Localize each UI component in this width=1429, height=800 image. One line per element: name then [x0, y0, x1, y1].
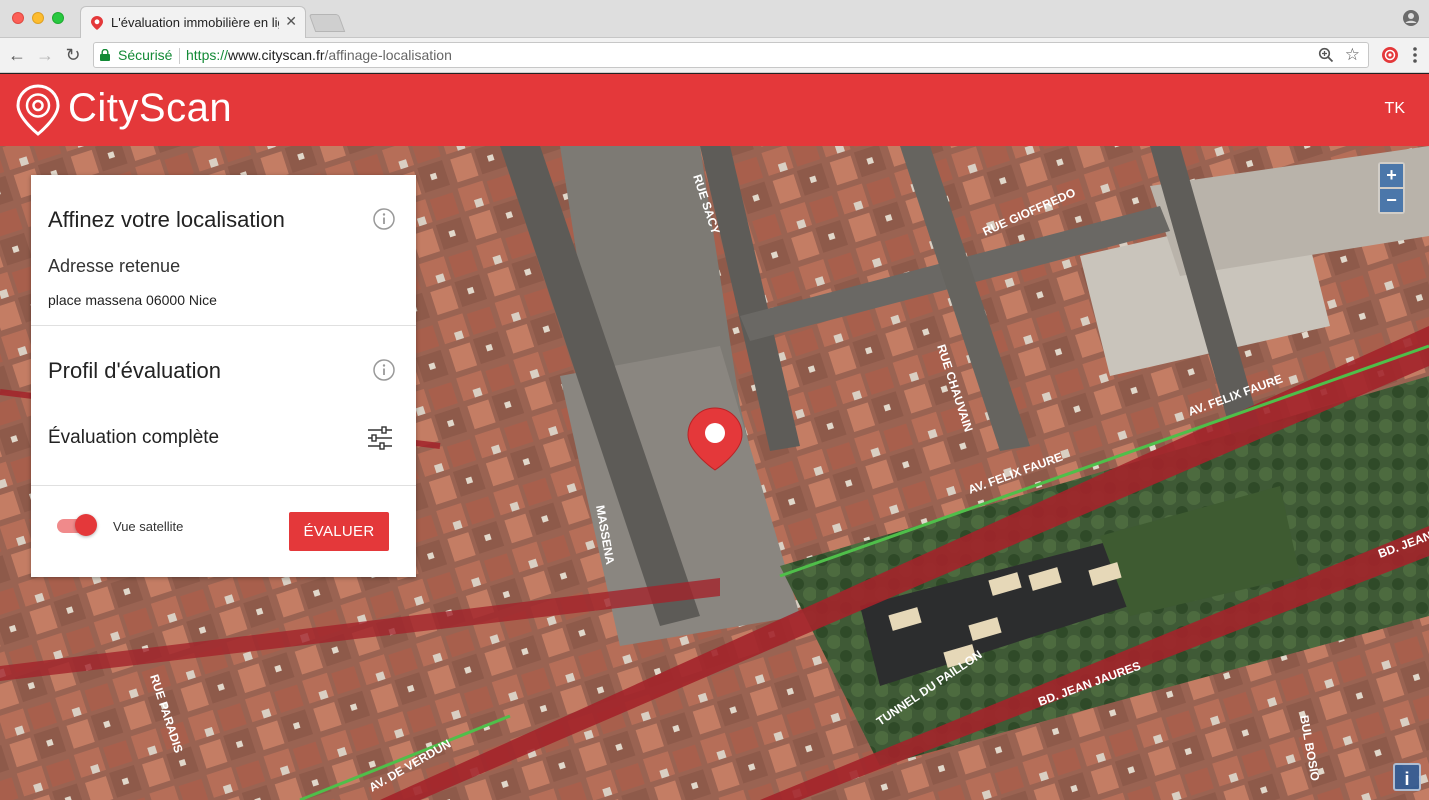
app-header: CityScan TK — [0, 74, 1429, 146]
extension-icon[interactable] — [1381, 46, 1399, 64]
menu-dots-icon[interactable] — [1413, 45, 1417, 65]
info-icon[interactable] — [373, 359, 395, 381]
map-info-button[interactable]: i — [1393, 763, 1421, 791]
map-zoom-controls: + − — [1378, 162, 1405, 214]
secure-label: Sécurisé — [118, 47, 173, 63]
toggle-knob — [75, 514, 97, 536]
evaluate-button[interactable]: ÉVALUER — [289, 512, 389, 551]
back-arrow-icon[interactable]: ← — [6, 44, 28, 66]
zoom-out-button[interactable]: − — [1380, 189, 1403, 212]
reload-icon[interactable]: ↻ — [62, 44, 84, 66]
browser-toolbar: ← → ↻ Sécurisé https://www.cityscan.fr/a… — [0, 38, 1429, 73]
url-protocol: https:// — [186, 47, 229, 63]
zoom-icon[interactable] — [1318, 47, 1334, 63]
divider — [31, 485, 416, 486]
window-maximize-button[interactable] — [52, 12, 64, 24]
lock-icon — [100, 49, 110, 61]
omnibox-separator — [179, 48, 180, 64]
logo-text[interactable]: CityScan — [68, 86, 232, 131]
bookmark-star-icon[interactable]: ☆ — [1345, 45, 1360, 65]
forward-arrow-icon[interactable]: → — [34, 44, 56, 66]
window-minimize-button[interactable] — [32, 12, 44, 24]
cityscan-logo-icon[interactable] — [16, 84, 60, 136]
address-heading: Adresse retenue — [48, 256, 181, 276]
profile-value: Évaluation complète — [48, 427, 220, 448]
url-text[interactable]: https://www.cityscan.fr/affinage-localis… — [186, 47, 452, 63]
address-value: place massena 06000 Nice — [48, 292, 217, 308]
browser-tab-bar: L'évaluation immobilière en lig ✕ — [0, 0, 1429, 38]
zoom-in-button[interactable]: + — [1380, 164, 1403, 187]
tab-close-icon[interactable]: ✕ — [285, 13, 297, 30]
profile-heading: Profil d'évaluation — [48, 358, 221, 383]
address-bar[interactable]: Sécurisé https://www.cityscan.fr/affinag… — [93, 42, 1369, 68]
cityscan-favicon-icon — [91, 16, 103, 30]
info-icon[interactable] — [373, 208, 395, 230]
divider — [31, 325, 416, 326]
profile-icon[interactable] — [1403, 10, 1419, 26]
url-path: /affinage-localisation — [324, 47, 452, 63]
localisation-panel: Affinez votre localisation Adresse reten… — [31, 175, 416, 577]
url-host: www.cityscan.fr — [228, 47, 325, 63]
browser-tab[interactable]: L'évaluation immobilière en lig ✕ — [80, 6, 306, 38]
new-tab-button[interactable] — [308, 14, 346, 32]
settings-sliders-icon[interactable] — [367, 425, 393, 451]
window-close-button[interactable] — [12, 12, 24, 24]
panel-title: Affinez votre localisation — [48, 207, 285, 232]
user-menu[interactable]: TK — [1385, 100, 1405, 118]
tab-title: L'évaluation immobilière en lig — [111, 15, 279, 30]
satellite-toggle-label: Vue satellite — [113, 519, 184, 534]
satellite-toggle[interactable] — [57, 514, 97, 536]
